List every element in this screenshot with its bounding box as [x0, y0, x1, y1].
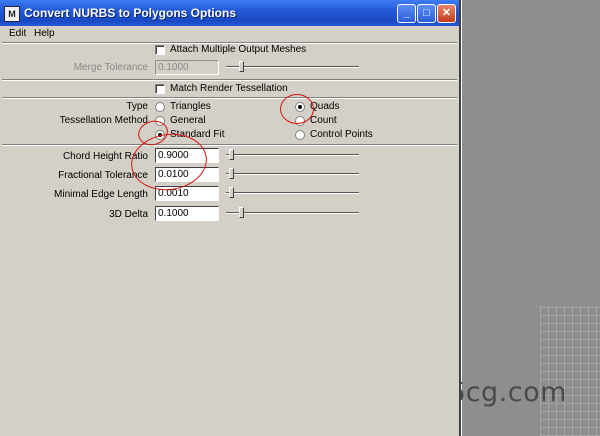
3d-delta-slider[interactable] [226, 207, 359, 219]
minimal-edge-length-label: Minimal Edge Length [54, 189, 148, 200]
close-button[interactable]: ✕ [437, 4, 456, 23]
menu-help[interactable]: Help [34, 28, 55, 39]
viewport-panel [462, 0, 600, 436]
tessellation-method-label: Tessellation Method [59, 115, 148, 126]
radio-triangles[interactable] [155, 102, 165, 112]
chord-height-ratio-slider[interactable] [226, 149, 359, 161]
attach-multiple-label: Attach Multiple Output Meshes [170, 44, 307, 55]
section-separator-1 [2, 79, 457, 81]
menu-bar: Edit Help [0, 26, 459, 42]
maya-window-icon: M [4, 6, 20, 22]
minimal-edge-length-slider[interactable] [226, 187, 359, 199]
minimal-edge-length-slider-thumb[interactable] [229, 187, 234, 198]
radio-control-points-label: Control Points [310, 129, 373, 140]
match-render-label: Match Render Tessellation [170, 83, 288, 94]
radio-control-points[interactable] [295, 130, 305, 140]
maximize-button[interactable]: □ [417, 4, 436, 23]
viewport-grid [540, 306, 600, 436]
radio-general-label: General [170, 115, 206, 126]
3d-delta-label: 3D Delta [109, 209, 148, 220]
fractional-tolerance-slider-thumb[interactable] [229, 168, 234, 179]
radio-count-label: Count [310, 115, 337, 126]
type-label: Type [126, 101, 148, 112]
merge-tolerance-label: Merge Tolerance [73, 62, 148, 73]
match-render-checkbox[interactable] [155, 84, 165, 94]
merge-tolerance-slider[interactable] [226, 61, 359, 73]
menu-edit[interactable]: Edit [9, 28, 26, 39]
fractional-tolerance-slider[interactable] [226, 168, 359, 180]
radio-triangles-label: Triangles [170, 101, 211, 112]
radio-quads-label: Quads [310, 101, 340, 112]
attach-multiple-checkbox[interactable] [155, 45, 165, 55]
merge-tolerance-field[interactable]: 0.1000 [155, 60, 219, 75]
annotation-circle-quads [280, 94, 314, 124]
section-separator-2 [2, 97, 457, 99]
title-bar[interactable]: M Convert NURBS to Polygons Options _ □ … [0, 0, 459, 26]
merge-tolerance-slider-thumb[interactable] [239, 61, 244, 72]
3d-delta-field[interactable]: 0.1000 [155, 206, 219, 221]
window-title: Convert NURBS to Polygons Options [24, 6, 237, 20]
minimize-button[interactable]: _ [397, 4, 416, 23]
options-window: M Convert NURBS to Polygons Options _ □ … [0, 0, 461, 436]
chord-height-ratio-slider-thumb[interactable] [229, 149, 234, 160]
3d-delta-slider-thumb[interactable] [239, 207, 244, 218]
section-separator-3 [2, 144, 457, 146]
